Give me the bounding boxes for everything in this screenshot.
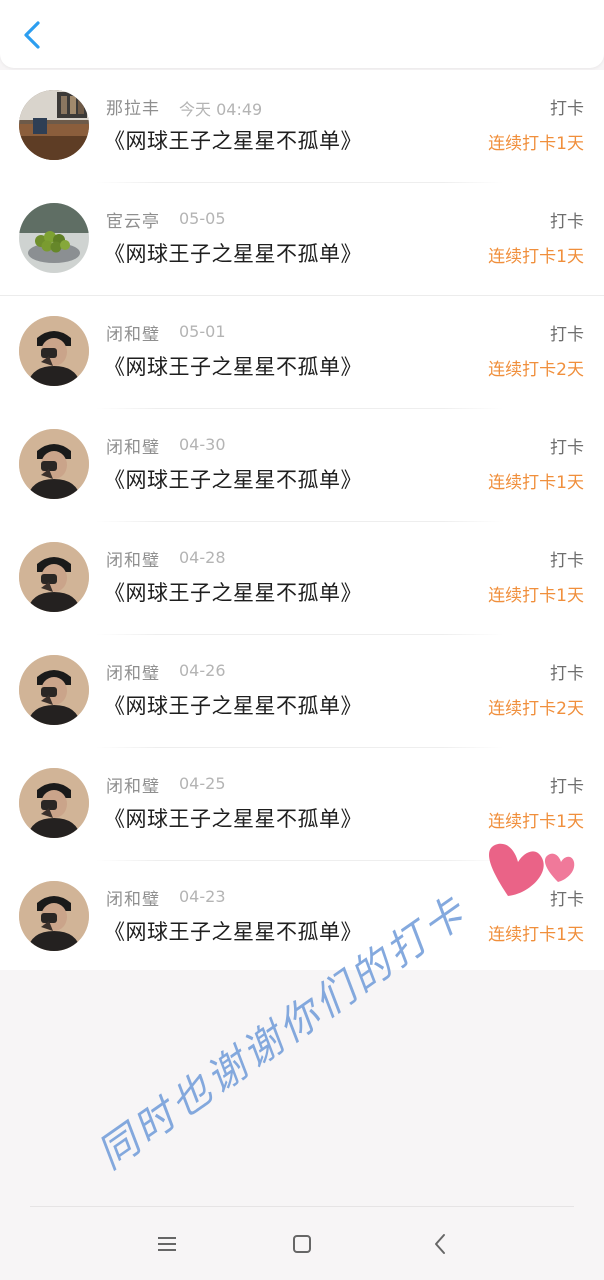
book-title: 《网球王子之星星不孤单》 [104,807,362,831]
user-name: 宦云亭 [106,212,160,232]
book-title: 《网球王子之星星不孤单》 [104,242,362,266]
checkin-list-page: 那拉丰 今天 04:49 《网球王子之星星不孤单》 打卡 连续打卡1天 宦云亭 … [0,0,604,1280]
streak-label: 连续打卡2天 [488,360,584,380]
user-name: 那拉丰 [106,99,160,119]
list-item[interactable]: 闭和璧 05-01 《网球王子之星星不孤单》 打卡 连续打卡2天 [0,296,604,409]
checkin-time: 04-26 [179,661,226,680]
list-item[interactable]: 闭和璧 04-25 《网球王子之星星不孤单》 打卡 连续打卡1天 [0,748,604,861]
checkin-label: 打卡 [550,99,584,119]
checkin-time: 05-05 [179,209,226,228]
list-item[interactable]: 闭和璧 04-26 《网球王子之星星不孤单》 打卡 连续打卡2天 [0,635,604,748]
streak-label: 连续打卡1天 [488,247,584,267]
menu-button[interactable] [152,1230,182,1258]
avatar[interactable] [19,542,89,612]
list-item[interactable]: 那拉丰 今天 04:49 《网球王子之星星不孤单》 打卡 连续打卡1天 [0,70,604,183]
book-title: 《网球王子之星星不孤单》 [104,694,362,718]
user-name: 闭和璧 [106,777,160,797]
back-nav-button[interactable] [425,1230,455,1258]
streak-label: 连续打卡1天 [488,925,584,945]
checkin-time: 05-01 [179,322,226,341]
system-nav-bar [0,1206,604,1280]
user-name: 闭和璧 [106,438,160,458]
checkin-label: 打卡 [550,551,584,571]
book-title: 《网球王子之星星不孤单》 [104,468,362,492]
avatar[interactable] [19,90,89,160]
user-name: 闭和璧 [106,664,160,684]
list-item[interactable]: 闭和璧 04-23 《网球王子之星星不孤单》 打卡 连续打卡1天 [0,861,604,974]
back-triangle-icon [435,1234,445,1254]
checkin-label: 打卡 [550,890,584,910]
list-item[interactable]: 闭和璧 04-30 《网球王子之星星不孤单》 打卡 连续打卡1天 [0,409,604,522]
streak-label: 连续打卡1天 [488,586,584,606]
list-item[interactable]: 闭和璧 04-28 《网球王子之星星不孤单》 打卡 连续打卡1天 [0,522,604,635]
nav-separator [30,1206,574,1207]
back-button[interactable] [20,20,46,50]
book-title: 《网球王子之星星不孤单》 [104,581,362,605]
top-bar [0,0,604,68]
avatar[interactable] [19,768,89,838]
checkin-label: 打卡 [550,777,584,797]
avatar[interactable] [19,203,89,273]
checkin-list: 那拉丰 今天 04:49 《网球王子之星星不孤单》 打卡 连续打卡1天 宦云亭 … [0,70,604,970]
checkin-time: 04-25 [179,774,226,793]
avatar[interactable] [19,655,89,725]
list-item[interactable]: 宦云亭 05-05 《网球王子之星星不孤单》 打卡 连续打卡1天 [0,183,604,296]
home-button[interactable] [287,1230,317,1258]
book-title: 《网球王子之星星不孤单》 [104,920,362,944]
streak-label: 连续打卡2天 [488,699,584,719]
streak-label: 连续打卡1天 [488,473,584,493]
checkin-time: 今天 04:49 [179,100,263,119]
avatar[interactable] [19,316,89,386]
user-name: 闭和璧 [106,551,160,571]
menu-icon [158,1237,176,1251]
avatar[interactable] [19,429,89,499]
checkin-label: 打卡 [550,212,584,232]
user-name: 闭和璧 [106,325,160,345]
checkin-label: 打卡 [550,325,584,345]
user-name: 闭和璧 [106,890,160,910]
avatar[interactable] [19,881,89,951]
checkin-time: 04-23 [179,887,226,906]
checkin-label: 打卡 [550,438,584,458]
streak-label: 连续打卡1天 [488,134,584,154]
home-square-icon [293,1235,311,1253]
checkin-label: 打卡 [550,664,584,684]
book-title: 《网球王子之星星不孤单》 [104,355,362,379]
streak-label: 连续打卡1天 [488,812,584,832]
book-title: 《网球王子之星星不孤单》 [104,129,362,153]
checkin-time: 04-28 [179,548,226,567]
chevron-left-icon [24,21,40,49]
checkin-time: 04-30 [179,435,226,454]
